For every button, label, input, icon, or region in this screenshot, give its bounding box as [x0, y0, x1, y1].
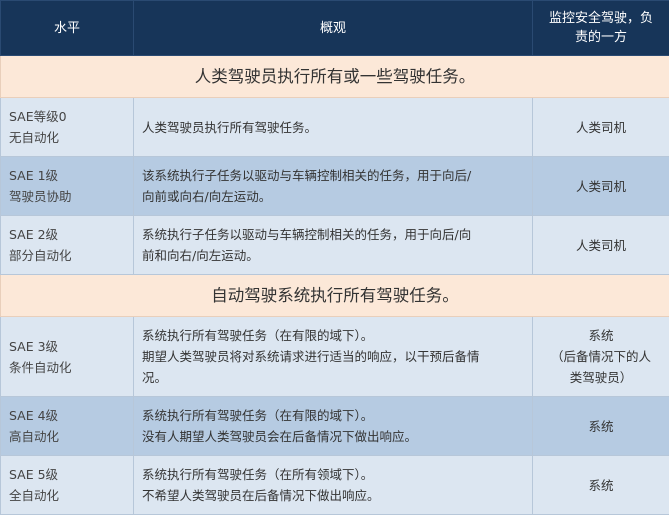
- level-cell-line: SAE等级0: [9, 109, 67, 124]
- monitor-cell: 系统: [532, 455, 669, 515]
- overview-cell-line: 系统执行所有驾驶任务（在有限的域下）。: [142, 328, 374, 343]
- overview-cell-line: 前和向右/向左运动。: [142, 248, 259, 263]
- monitor-cell: 人类司机: [532, 215, 669, 275]
- overview-cell-line: 系统执行所有驾驶任务（在所有领域下）。: [142, 467, 374, 482]
- monitor-cell-line: （后备情况下的人: [550, 349, 651, 364]
- table-row: SAE 5级 全自动化 系统执行所有驾驶任务（在所有领域下）。 不希望人类驾驶员在后备…: [0, 455, 669, 515]
- table-row: SAE 1级 驾驶员协助 该系统执行子任务以驱动与车辆控制相关的任务，用于向后/向前…: [0, 156, 669, 216]
- level-cell-line: 全自动化: [9, 488, 60, 503]
- overview-cell: 人类驾驶员执行所有驾驶任务。: [133, 97, 533, 157]
- level-cell-line: SAE 3级: [9, 338, 59, 354]
- table-row: SAE等级0 无自动化 人类驾驶员执行所有驾驶任务。 人类司机: [0, 97, 669, 157]
- header-level: 水平: [0, 0, 134, 56]
- overview-cell-line: 期望人类驾驶员将对系统请求进行适当的响应，以干预后备情: [142, 349, 480, 364]
- overview-cell: 该系统执行子任务以驱动与车辆控制相关的任务，用于向后/向前或向右/向左运动。: [133, 156, 533, 216]
- monitor-cell: 人类司机: [532, 97, 669, 157]
- level-cell: SAE等级0 无自动化: [0, 97, 134, 157]
- level-cell: SAE 4级 高自动化: [0, 396, 134, 456]
- section-header-row: 人类驾驶员执行所有或一些驾驶任务。: [0, 55, 669, 98]
- monitor-cell-line: 人类司机: [575, 237, 626, 253]
- header-monitor: 监控安全驾驶，负 责的一方: [532, 0, 669, 56]
- level-cell-line: 高自动化: [9, 429, 60, 444]
- level-cell: SAE 3级 条件自动化: [0, 316, 134, 397]
- overview-cell-line: 没有人期望人类驾驶员会在后备情况下做出响应。: [142, 429, 418, 444]
- monitor-cell: 人类司机: [532, 156, 669, 216]
- overview-cell: 系统执行子任务以驱动与车辆控制相关的任务，用于向后/向 前和向右/向左运动。: [133, 215, 533, 275]
- level-cell-line: 部分自动化: [9, 248, 72, 263]
- table-row: SAE 2级 部分自动化 系统执行子任务以驱动与车辆控制相关的任务，用于向后/向 前和…: [0, 215, 669, 275]
- overview-cell: 系统执行所有驾驶任务（在有限的域下）。期望人类驾驶员将对系统请求进行适当的响应，…: [133, 316, 533, 397]
- overview-cell-line: 系统执行所有驾驶任务（在有限的域下）。: [142, 408, 374, 423]
- monitor-cell-line: 系统: [588, 418, 614, 434]
- header-monitor-line: 监控安全驾驶，负: [548, 11, 653, 26]
- section-header-row: 自动驾驶系统执行所有驾驶任务。: [0, 274, 669, 317]
- overview-cell-line: 系统执行子任务以驱动与车辆控制相关的任务，用于向后/向: [142, 227, 472, 242]
- monitor-cell-line: 系统: [588, 477, 614, 493]
- level-cell-line: SAE 2级: [9, 227, 59, 242]
- overview-cell: 系统执行所有驾驶任务（在有限的域下）。没有人期望人类驾驶员会在后备情况下做出响应…: [133, 396, 533, 456]
- overview-cell-line: 人类驾驶员执行所有驾驶任务。: [142, 119, 318, 135]
- monitor-cell: 系统 （后备情况下的人 类驾驶员）: [532, 316, 669, 397]
- monitor-cell-line: 人类司机: [575, 119, 626, 135]
- level-cell: SAE 2级 部分自动化: [0, 215, 134, 275]
- level-cell: SAE 1级 驾驶员协助: [0, 156, 134, 216]
- overview-cell-line: 该系统执行子任务以驱动与车辆控制相关的任务，用于向后/: [142, 168, 472, 183]
- level-cell-line: 驾驶员协助: [9, 189, 72, 204]
- level-cell-line: SAE 1级: [9, 168, 59, 183]
- section-title: 人类驾驶员执行所有或一些驾驶任务。: [0, 55, 669, 98]
- sae-levels-table: 水平 概观 监控安全驾驶，负 责的一方 人类驾驶员执行所有或一些驾驶任务。 SAE…: [0, 0, 669, 515]
- level-cell-line: 无自动化: [9, 130, 60, 145]
- monitor-cell: 系统: [532, 396, 669, 456]
- level-cell: SAE 5级 全自动化: [0, 455, 134, 515]
- monitor-cell-line: 类驾驶员）: [569, 370, 633, 385]
- level-cell-line: SAE 5级: [9, 467, 59, 482]
- overview-cell: 系统执行所有驾驶任务（在所有领域下）。 不希望人类驾驶员在后备情况下做出响应。: [133, 455, 533, 515]
- section-title: 自动驾驶系统执行所有驾驶任务。: [0, 274, 669, 317]
- overview-cell-line: 向前或向右/向左运动。: [142, 189, 272, 204]
- overview-cell-line: 不希望人类驾驶员在后备情况下做出响应。: [142, 488, 380, 503]
- header-overview: 概观: [133, 0, 533, 56]
- monitor-cell-line: 人类司机: [575, 178, 626, 194]
- header-monitor-line: 责的一方: [574, 30, 627, 45]
- table-row: SAE 4级 高自动化 系统执行所有驾驶任务（在有限的域下）。 没有人期望人类驾驶员会…: [0, 396, 669, 456]
- monitor-cell-line: 系统: [588, 328, 614, 343]
- overview-cell-line: 况。: [142, 370, 168, 385]
- level-cell-line: 条件自动化: [9, 359, 72, 375]
- table-row: SAE 3级 条件自动化 系统执行所有驾驶任务（在有限的域下）。 期望人类驾驶员将对系…: [0, 316, 669, 397]
- table-header-row: 水平 概观 监控安全驾驶，负 责的一方: [0, 0, 669, 56]
- level-cell-line: SAE 4级: [9, 408, 59, 423]
